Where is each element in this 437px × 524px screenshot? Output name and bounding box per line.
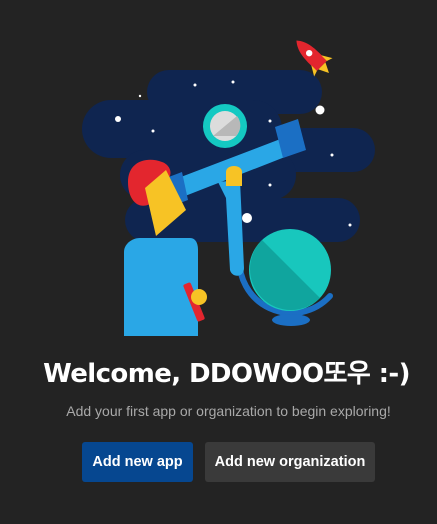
moon-icon [203,104,247,148]
welcome-subtitle: Add your first app or organization to be… [66,403,391,419]
add-new-app-button[interactable]: Add new app [82,442,193,482]
welcome-title: Welcome, DDOWOO또우 :-) [43,359,410,389]
add-new-organization-button[interactable]: Add new organization [205,442,375,482]
welcome-illustration [82,40,375,336]
globe-icon [236,229,333,326]
